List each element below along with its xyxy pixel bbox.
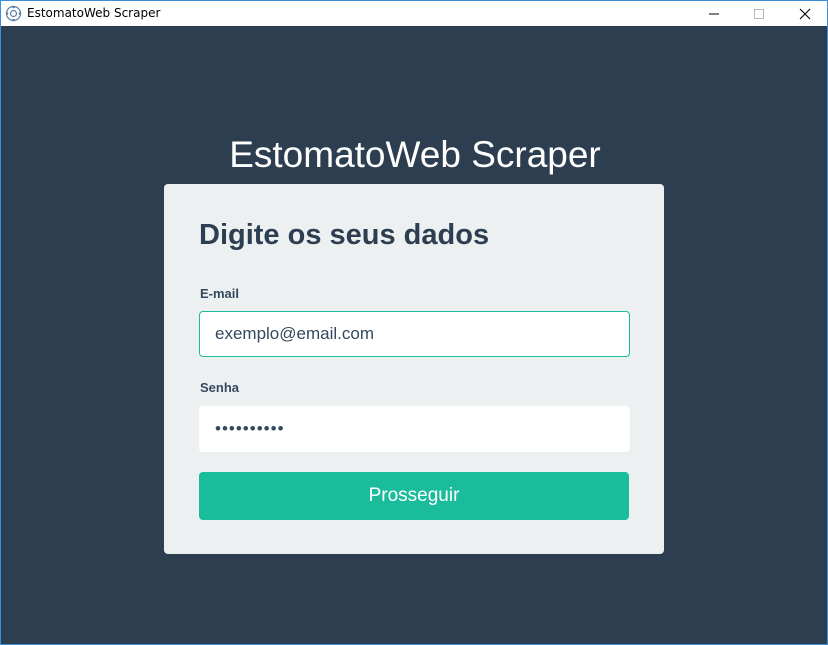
form-heading: Digite os seus dados [199,219,490,251]
window-title: EstomatoWeb Scraper [27,6,161,20]
close-icon [799,8,810,19]
maximize-button[interactable] [736,1,781,26]
title-bar[interactable]: EstomatoWeb Scraper [1,1,827,26]
app-logo-icon [5,5,22,22]
password-label: Senha [200,380,240,395]
app-window: EstomatoWeb Scraper EstomatoWeb Scraper … [0,0,828,645]
email-label: E-mail [200,286,240,301]
login-card: Digite os seus dados E-mail Senha Prosse… [164,184,664,554]
maximize-icon [753,8,764,19]
main-content: EstomatoWeb Scraper Digite os seus dados… [1,26,827,644]
minimize-icon [708,13,719,14]
submit-button[interactable]: Prosseguir [199,472,629,520]
app-title: EstomatoWeb Scraper [229,134,601,175]
minimize-button[interactable] [691,1,736,26]
email-field[interactable] [199,311,630,357]
password-field[interactable] [199,406,630,452]
close-button[interactable] [782,1,827,26]
